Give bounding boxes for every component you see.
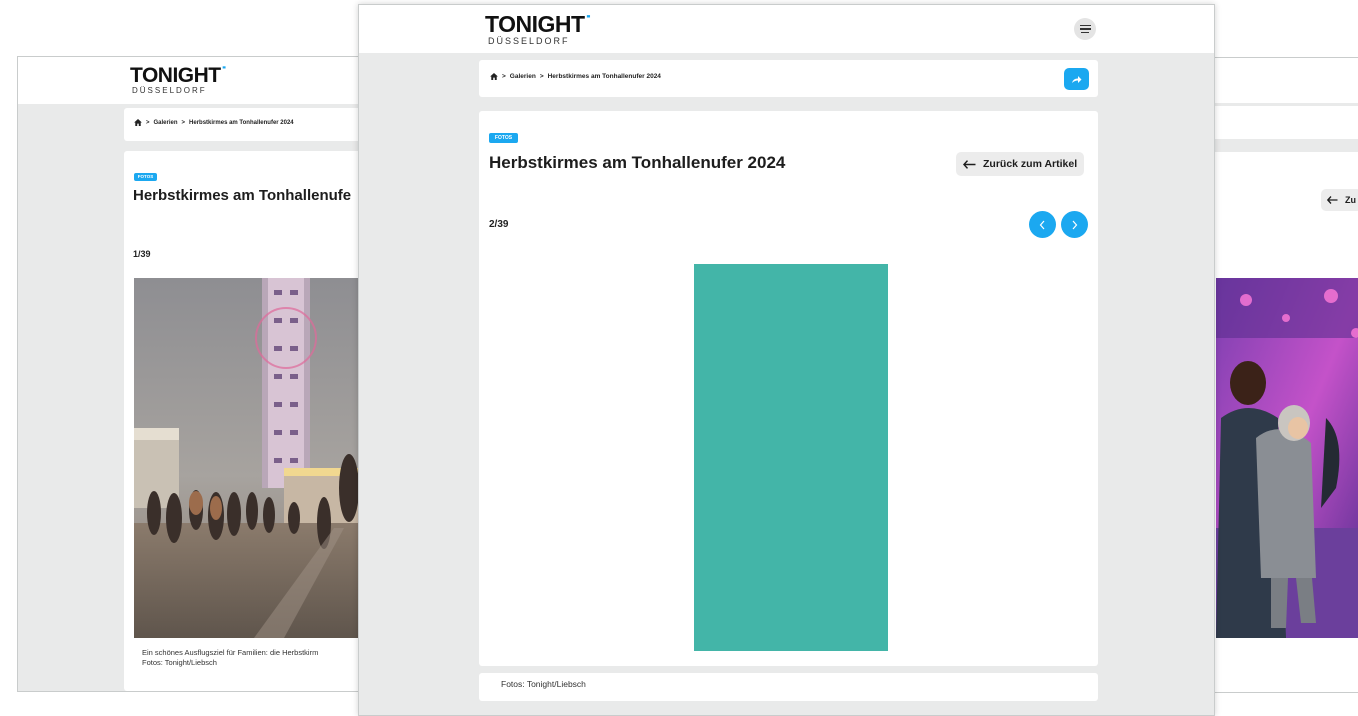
gallery-title: Herbstkirmes am Tonhallenufe — [133, 187, 352, 204]
home-icon[interactable] — [490, 73, 498, 80]
chevron-left-icon — [1039, 220, 1045, 229]
caption-bar: Fotos: Tonight/Liebsch — [479, 673, 1098, 701]
back-to-article-button[interactable]: Zu — [1321, 189, 1358, 211]
breadcrumb-separator: > — [181, 119, 186, 126]
breadcrumb-item-galerien[interactable]: Galerien — [510, 73, 536, 80]
site-logo[interactable]: TONIGHT˙ DÜSSELDORF — [485, 13, 592, 46]
breadcrumb-item-galerien[interactable]: Galerien — [154, 120, 178, 126]
slide-counter: 2/39 — [489, 219, 509, 230]
gallery-window-next: Zu — [1195, 57, 1358, 693]
fairground-photo — [134, 278, 366, 638]
breadcrumb-separator: > — [146, 119, 150, 126]
previous-slide-button[interactable] — [1029, 211, 1056, 238]
gallery-photo[interactable] — [694, 264, 888, 651]
breadcrumb-bar — [1196, 106, 1358, 139]
share-icon — [1072, 75, 1082, 83]
site-header: TONIGHT˙ DÜSSELDORF — [359, 5, 1214, 53]
breadcrumb-separator: > — [502, 73, 506, 80]
next-slide-button[interactable] — [1061, 211, 1088, 238]
logo-accent: ˙ — [220, 64, 228, 87]
gallery-window-previous: TONIGHT˙ DÜSSELDORF > Galerien > Herbstk… — [17, 56, 367, 692]
hamburger-menu-icon[interactable] — [1074, 18, 1096, 40]
share-button[interactable] — [1064, 68, 1089, 90]
gallery-photo[interactable] — [134, 278, 366, 638]
breadcrumb: > Galerien > Herbstkirmes am Tonhallenuf… — [134, 119, 294, 126]
breadcrumb-item-current: Herbstkirmes am Tonhallenufer 2024 — [547, 73, 661, 80]
gallery-window-current: TONIGHT˙ DÜSSELDORF > Galerien > Herbstk… — [358, 4, 1215, 716]
breadcrumb-bar: > Galerien > Herbstkirmes am Tonhallenuf… — [124, 108, 366, 141]
chevron-right-icon — [1072, 220, 1078, 229]
breadcrumb: > Galerien > Herbstkirmes am Tonhallenuf… — [490, 73, 661, 80]
breadcrumb-separator: > — [539, 73, 544, 80]
site-logo[interactable]: TONIGHT˙ DÜSSELDORF — [130, 64, 228, 95]
gallery-panel: FOTOS Herbstkirmes am Tonhallenufe 1/39 — [124, 151, 366, 691]
back-button-label: Zurück zum Artikel — [983, 158, 1078, 170]
category-badge[interactable]: FOTOS — [489, 133, 518, 143]
gallery-panel: FOTOS Herbstkirmes am Tonhallenufer 2024… — [479, 111, 1098, 666]
arrow-left-icon — [1327, 196, 1338, 204]
visitors-photo — [1216, 278, 1358, 638]
logo-accent: ˙ — [584, 11, 593, 37]
gallery-photo[interactable] — [1216, 278, 1358, 638]
gallery-title: Herbstkirmes am Tonhallenufer 2024 — [489, 153, 786, 172]
home-icon[interactable] — [134, 119, 142, 126]
back-to-article-button[interactable]: Zurück zum Artikel — [956, 152, 1085, 176]
breadcrumb-item-current: Herbstkirmes am Tonhallenufer 2024 — [189, 119, 294, 126]
photo-credit: Fotos: Tonight/Liebsch — [501, 679, 586, 689]
photo-credit: Fotos: Tonight/Liebsch — [142, 658, 217, 667]
category-badge[interactable]: FOTOS — [134, 173, 157, 181]
caption-text: Ein schönes Ausflugsziel für Familien: d… — [142, 648, 319, 657]
slide-counter: 1/39 — [133, 249, 151, 259]
site-header — [1196, 58, 1358, 103]
gallery-panel: Zu — [1196, 152, 1358, 692]
arrow-left-icon — [963, 159, 976, 169]
back-button-label: Zu — [1345, 195, 1356, 205]
site-header: TONIGHT˙ DÜSSELDORF — [18, 57, 366, 104]
breadcrumb-bar: > Galerien > Herbstkirmes am Tonhallenuf… — [479, 60, 1098, 97]
photo-caption: Ein schönes Ausflugsziel für Familien: d… — [142, 648, 318, 668]
